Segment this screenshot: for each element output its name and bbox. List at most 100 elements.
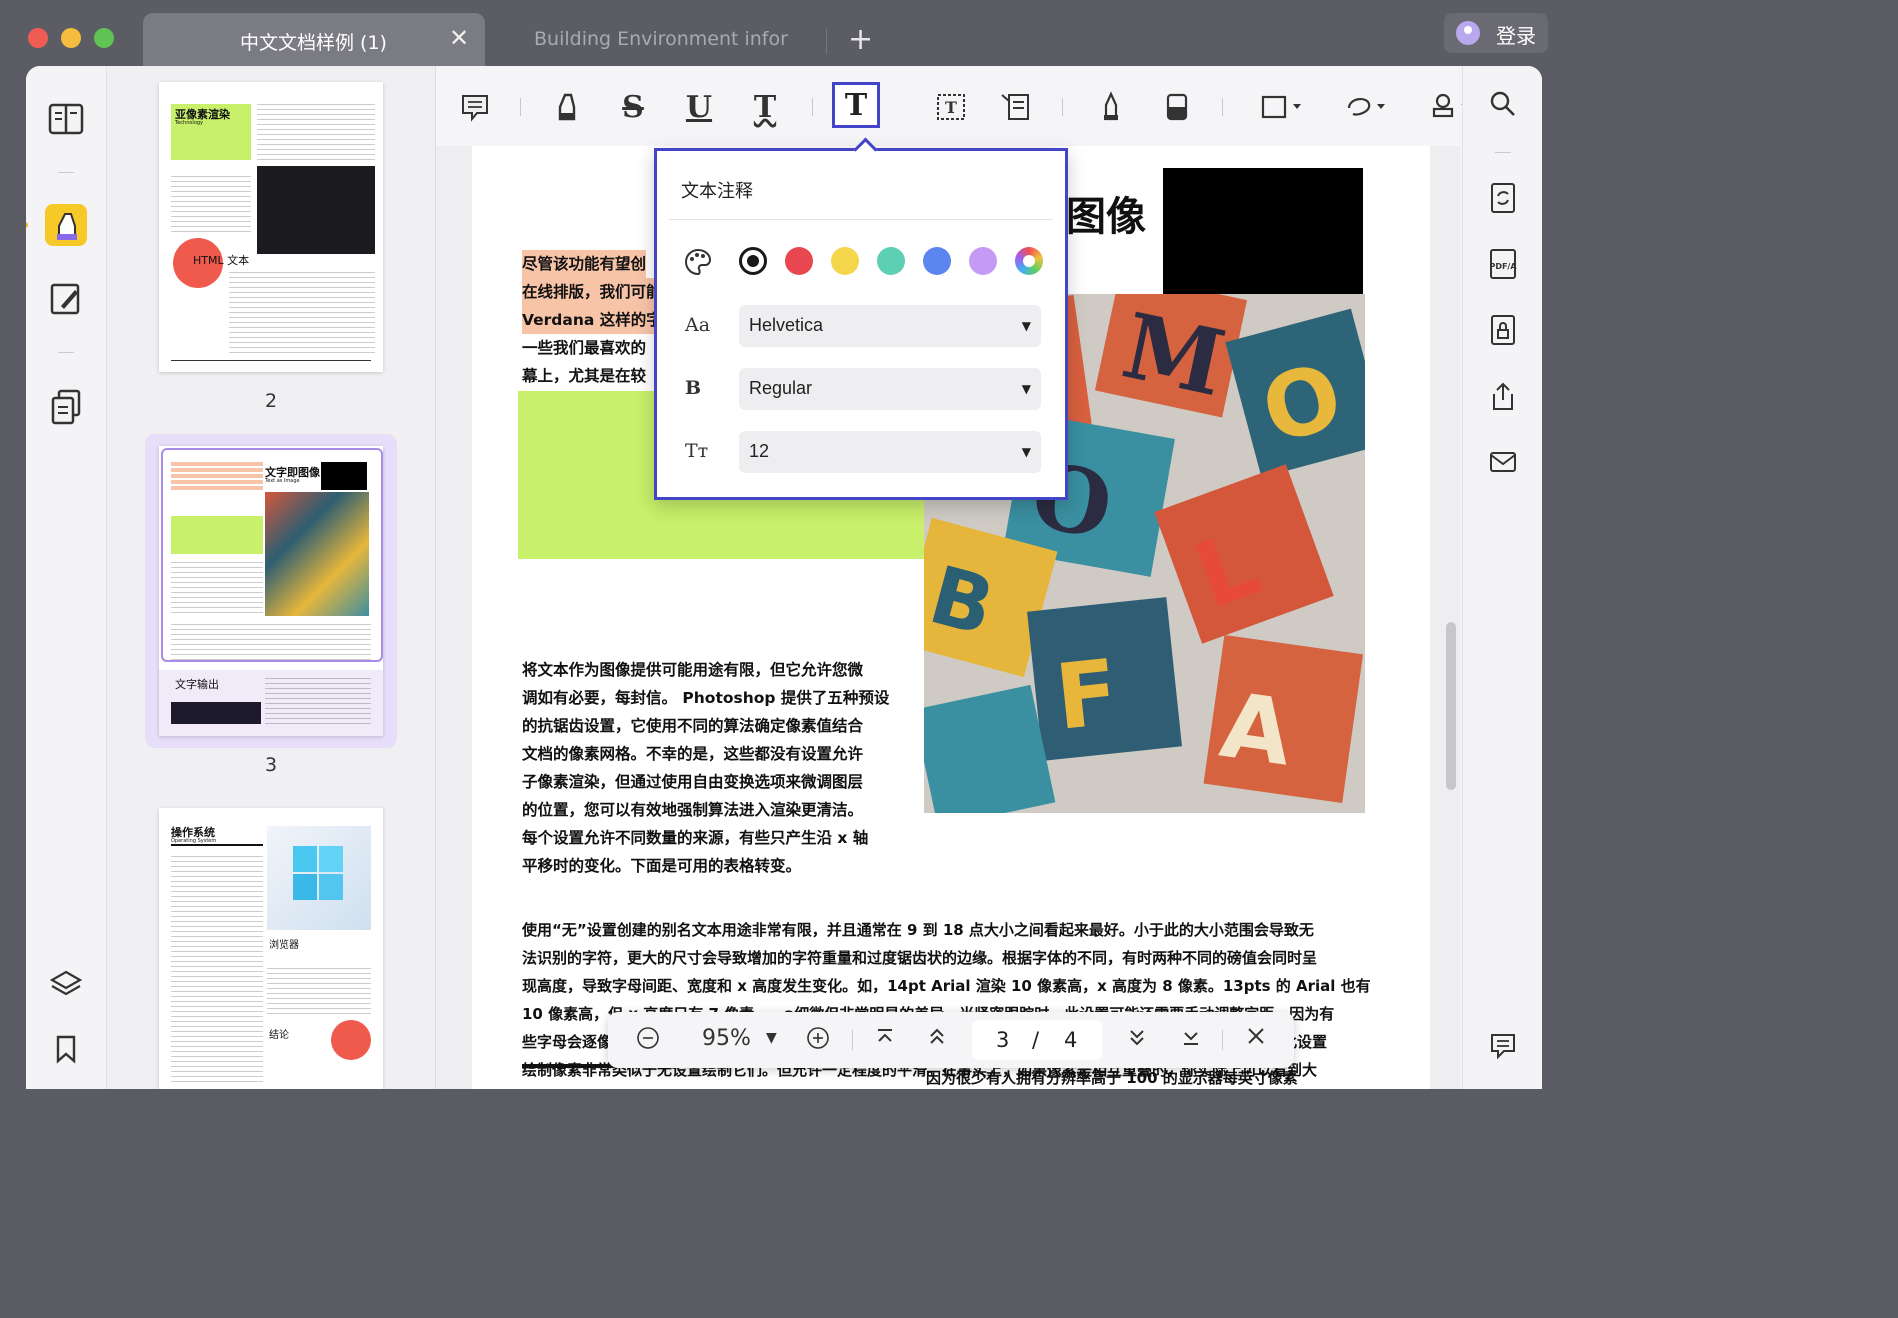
thumb-window-tile bbox=[293, 874, 317, 900]
email-button[interactable] bbox=[1485, 444, 1521, 480]
first-page-button[interactable] bbox=[874, 1026, 896, 1054]
last-page-button[interactable] bbox=[1180, 1026, 1202, 1054]
pencil-icon bbox=[1104, 91, 1118, 121]
page-thumbnail-4[interactable]: 操作系统 Operating System 浏览器 结论 bbox=[159, 808, 383, 1089]
lock-document-icon bbox=[1491, 315, 1515, 345]
font-weight-select[interactable]: Regular ▼ bbox=[739, 368, 1041, 410]
thumb-rule bbox=[171, 360, 371, 361]
comment-mode-button[interactable] bbox=[45, 204, 87, 246]
color-swatch[interactable] bbox=[739, 247, 767, 275]
share-button[interactable] bbox=[1485, 378, 1521, 414]
first-page-icon bbox=[878, 1029, 892, 1042]
pdfa-icon: PDF/A bbox=[1489, 249, 1517, 279]
text-comment-tool-button[interactable]: T bbox=[832, 82, 880, 128]
thumb-sub: Technology bbox=[175, 120, 204, 126]
color-swatch[interactable] bbox=[923, 247, 951, 275]
text-comment-popup: 文本注释 Aa Helvetica ▼ B Regular ▼ Tт 12 ▼ bbox=[654, 137, 1068, 500]
double-chevron-down-icon bbox=[1130, 1030, 1144, 1046]
comments-panel-button[interactable] bbox=[1485, 1028, 1521, 1064]
thumb-window-tile bbox=[319, 874, 343, 900]
login-button[interactable]: 登录 bbox=[1444, 13, 1548, 53]
pdfa-button[interactable]: PDF/A bbox=[1485, 246, 1521, 282]
document-scrollbar[interactable] bbox=[1446, 622, 1456, 790]
book-icon bbox=[48, 103, 84, 135]
squiggly-tool-button[interactable]: T bbox=[746, 88, 784, 126]
comment-tool-button[interactable] bbox=[456, 88, 494, 126]
font-weight-value: Regular bbox=[749, 378, 813, 398]
reader-mode-button[interactable] bbox=[45, 98, 87, 140]
thumb-selection-border bbox=[161, 448, 383, 662]
intro-line: 尽管该功能有望创 bbox=[522, 250, 647, 278]
callout-tool-button[interactable] bbox=[996, 88, 1034, 126]
black-image-box bbox=[1163, 168, 1363, 294]
tab-document-1[interactable]: 中文文档样例 (1) ✕ bbox=[143, 13, 485, 67]
strikethrough-tool-button[interactable]: S bbox=[614, 88, 652, 126]
bookmark-icon bbox=[56, 1035, 76, 1064]
font-size-label: Tт bbox=[685, 440, 709, 462]
intro-line: 幕上，尤其是在较 bbox=[522, 367, 647, 385]
minimize-window-button[interactable] bbox=[61, 28, 81, 48]
new-tab-plus-icon[interactable]: + bbox=[848, 22, 873, 57]
page-input[interactable]: 3 / 4 bbox=[972, 1020, 1102, 1060]
zoom-dropdown-caret-icon[interactable]: ▼ bbox=[766, 1030, 777, 1046]
convert-button[interactable] bbox=[1485, 180, 1521, 216]
edit-mode-button[interactable] bbox=[45, 278, 87, 320]
protect-button[interactable] bbox=[1485, 312, 1521, 348]
close-navigation-button[interactable] bbox=[1246, 1026, 1266, 1052]
pencil-tool-button[interactable] bbox=[1092, 88, 1130, 126]
toolbar-separator bbox=[520, 98, 521, 116]
share-icon bbox=[1493, 382, 1513, 410]
tab-document-2[interactable]: Building Environment infor bbox=[490, 13, 820, 67]
login-label: 登录 bbox=[1496, 24, 1536, 48]
highlighter-icon bbox=[558, 93, 576, 121]
underline-icon: U bbox=[685, 89, 713, 125]
close-window-button[interactable] bbox=[28, 28, 48, 48]
font-family-select[interactable]: Helvetica ▼ bbox=[739, 305, 1041, 347]
maximize-window-button[interactable] bbox=[94, 28, 114, 48]
previous-page-button[interactable] bbox=[926, 1026, 948, 1054]
rail-separator bbox=[58, 352, 74, 353]
thumb-heading2: HTML 文本 bbox=[193, 254, 250, 267]
svg-text:T: T bbox=[945, 98, 957, 117]
tab-close-icon[interactable]: ✕ bbox=[449, 24, 469, 52]
active-indicator bbox=[26, 222, 28, 228]
underline-tool-button[interactable]: U bbox=[680, 88, 718, 126]
color-swatch[interactable] bbox=[831, 247, 859, 275]
dropdown-caret-icon: ▼ bbox=[1021, 382, 1031, 396]
zoom-in-button[interactable] bbox=[806, 1026, 830, 1056]
bookmarks-button[interactable] bbox=[45, 1028, 87, 1070]
zoom-level[interactable]: 95% bbox=[702, 1026, 751, 1051]
color-swatch[interactable] bbox=[969, 247, 997, 275]
paragraph-line: 多数实心像素 bbox=[522, 1084, 612, 1089]
layers-button[interactable] bbox=[45, 964, 87, 1006]
page-thumbnail-3[interactable]: 文字即图像 Text as Image 文字输出 bbox=[159, 446, 383, 736]
text-t-icon: T bbox=[844, 87, 868, 123]
text-box-icon: T bbox=[937, 94, 965, 120]
search-button[interactable] bbox=[1485, 86, 1521, 122]
total-pages: 4 bbox=[1064, 1028, 1078, 1052]
next-page-button[interactable] bbox=[1126, 1026, 1148, 1054]
popup-title: 文本注释 bbox=[681, 181, 753, 202]
note-icon bbox=[462, 95, 488, 122]
page-thumbnail-2[interactable]: 亚像素渲染 Technology HTML 文本 bbox=[159, 82, 383, 372]
shape-tool-button[interactable] bbox=[1258, 88, 1308, 126]
thumb-window-tile bbox=[319, 846, 343, 872]
thumb-text-lines bbox=[267, 964, 371, 1016]
dropdown-caret-icon: ▼ bbox=[1021, 445, 1031, 459]
text-box-tool-button[interactable]: T bbox=[932, 88, 970, 126]
section-heading: 图像 bbox=[1066, 194, 1146, 240]
page-number-label: 2 bbox=[265, 390, 278, 412]
eraser-tool-button[interactable] bbox=[1158, 88, 1196, 126]
mail-icon bbox=[1490, 452, 1516, 472]
font-size-select[interactable]: 12 ▼ bbox=[739, 431, 1041, 473]
custom-color-swatch[interactable] bbox=[1015, 247, 1043, 275]
color-swatch[interactable] bbox=[877, 247, 905, 275]
highlight-tool-button[interactable] bbox=[548, 88, 586, 126]
organize-pages-button[interactable] bbox=[45, 386, 87, 428]
palette-icon bbox=[683, 247, 713, 281]
zoom-out-button[interactable] bbox=[636, 1026, 660, 1056]
lasso-tool-button[interactable] bbox=[1342, 88, 1392, 126]
color-swatch[interactable] bbox=[785, 247, 813, 275]
paragraph-line: 子像素渲染，但通过使用自由变换选项来微调图层 bbox=[522, 773, 864, 791]
last-page-icon bbox=[1184, 1032, 1198, 1045]
